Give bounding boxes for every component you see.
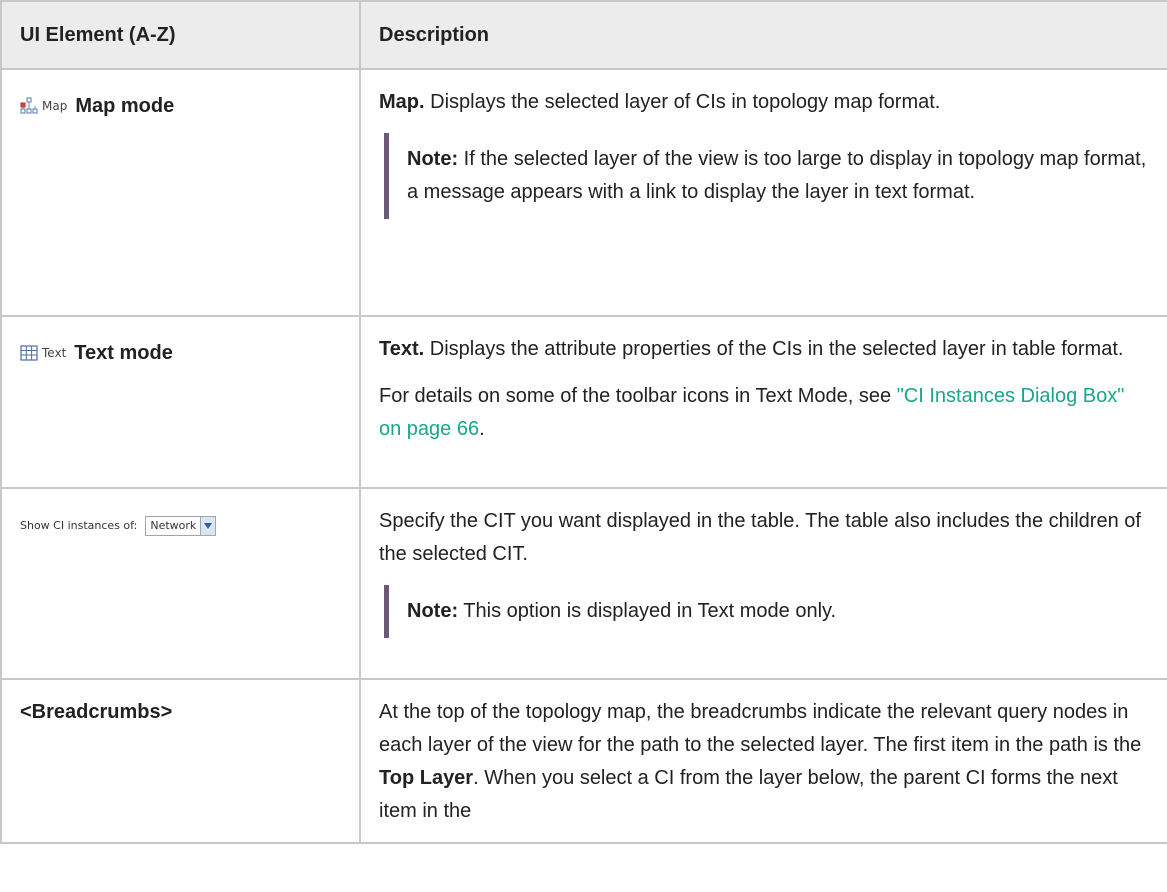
note-text: This option is displayed in Text mode on… — [458, 600, 837, 622]
description-term: Map. — [379, 91, 425, 113]
element-name-text-mode: Text mode — [74, 341, 173, 364]
description-cell: Specify the CIT you want displayed in th… — [359, 487, 1167, 680]
cit-select-value: Network — [150, 519, 197, 532]
description-paragraph: Specify the CIT you want displayed in th… — [379, 505, 1149, 571]
ui-element-cell: Map Map mode — [0, 68, 361, 317]
column-header-ui-element: UI Element (A-Z) — [0, 0, 361, 70]
element-name-map-mode: Map mode — [75, 94, 175, 117]
show-ci-instances-control: Show CI instances of: Network — [20, 509, 217, 542]
note-block: Note: If the selected layer of the view … — [384, 133, 1149, 219]
description-text: Displays the attribute properties of the… — [424, 338, 1124, 360]
note-label: Note: — [407, 148, 459, 170]
note-block: Note: This option is displayed in Text m… — [384, 585, 1149, 638]
description-term: Top Layer — [379, 767, 474, 789]
map-button-label: Map — [42, 99, 68, 113]
text-button-label: Text — [42, 346, 67, 360]
description-paragraph: Map. Displays the selected layer of CIs … — [379, 86, 1149, 119]
text-mode-icon — [20, 345, 38, 361]
ui-element-cell: Show CI instances of: Network — [0, 487, 361, 680]
element-line: Map Map mode — [20, 86, 341, 126]
description-cell: Map. Displays the selected layer of CIs … — [359, 68, 1167, 317]
show-ci-label: Show CI instances of: — [20, 519, 138, 532]
details-paragraph: For details on some of the toolbar icons… — [379, 380, 1149, 446]
table-header-row: UI Element (A-Z) Description — [0, 0, 1167, 70]
table-row-show-ci-instances: Show CI instances of: Network Specify th… — [0, 487, 1167, 680]
table-row-breadcrumbs: <Breadcrumbs> At the top of the topology… — [0, 678, 1167, 844]
element-line: Text Text mode — [20, 333, 341, 373]
description-text-2: . When you select a CI from the layer be… — [379, 767, 1118, 822]
description-term: Text. — [379, 338, 425, 360]
note-label: Note: — [407, 600, 459, 622]
dropdown-arrow-icon[interactable] — [200, 516, 216, 535]
map-mode-icon — [20, 97, 38, 114]
ui-elements-table: UI Element (A-Z) Description Map Map mod… — [0, 0, 1167, 844]
table-row-text-mode: Text Text mode Text. Displays the attrib… — [0, 315, 1167, 489]
description-text: Specify the CIT you want displayed in th… — [379, 510, 1141, 565]
description-cell: At the top of the topology map, the brea… — [359, 678, 1167, 844]
cit-select[interactable]: Network — [145, 515, 217, 536]
description-paragraph: At the top of the topology map, the brea… — [379, 696, 1149, 828]
description-text: Displays the selected layer of CIs in to… — [424, 91, 941, 113]
table-row-map-mode: Map Map mode Map. Displays the selected … — [0, 68, 1167, 317]
details-end: . — [479, 418, 485, 440]
description-cell: Text. Displays the attribute properties … — [359, 315, 1167, 489]
ui-element-cell: <Breadcrumbs> — [0, 678, 361, 844]
note-text: If the selected layer of the view is too… — [407, 148, 1147, 203]
description-paragraph: Text. Displays the attribute properties … — [379, 333, 1149, 366]
element-name-breadcrumbs: <Breadcrumbs> — [20, 701, 173, 723]
text-mode-button[interactable]: Text — [20, 344, 66, 362]
description-text-1: At the top of the topology map, the brea… — [379, 701, 1142, 756]
ui-element-cell: Text Text mode — [0, 315, 361, 489]
map-mode-button[interactable]: Map — [20, 97, 67, 115]
details-text: For details on some of the toolbar icons… — [379, 385, 897, 407]
column-header-description: Description — [359, 0, 1167, 70]
